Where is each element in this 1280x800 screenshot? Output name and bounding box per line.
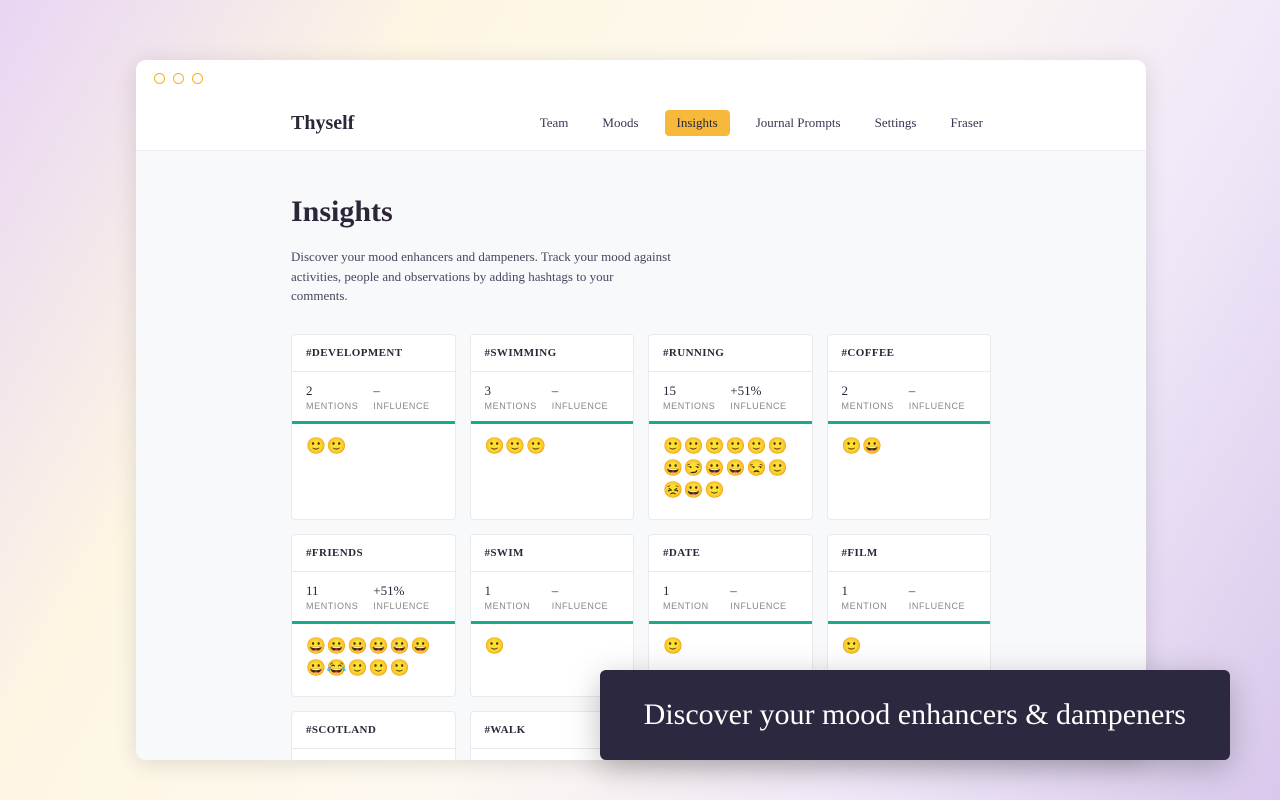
mentions-label: MENTIONS — [842, 401, 909, 411]
card-tag: #DEVELOPMENT — [306, 347, 441, 359]
page-subtitle: Discover your mood enhancers and dampene… — [291, 247, 671, 306]
influence-label: INFLUENCE — [552, 401, 619, 411]
insight-card[interactable]: #RUNNING 15 MENTIONS +51% INFLUENCE 🙂🙂🙂🙂… — [648, 334, 813, 520]
mentions-value: 2 — [306, 383, 373, 399]
card-emojis: 🙂 — [828, 624, 991, 674]
card-tag: #SWIMMING — [485, 347, 620, 359]
main-content: Insights Discover your mood enhancers an… — [291, 151, 991, 760]
influence-label: INFLUENCE — [909, 401, 976, 411]
insight-card[interactable]: #SCOTLAND 1 MENTION – INFLUENCE 🙂 — [291, 711, 456, 760]
mentions-value: 11 — [306, 583, 373, 599]
mentions-value: 2 — [842, 383, 909, 399]
influence-label: INFLUENCE — [373, 401, 440, 411]
insight-card[interactable]: #COFFEE 2 MENTIONS – INFLUENCE 🙂😀 — [827, 334, 992, 520]
app-viewport: Thyself Team Moods Insights Journal Prompts… — [136, 96, 1146, 760]
card-emojis: 🙂 — [471, 624, 634, 674]
influence-label: INFLUENCE — [552, 601, 619, 611]
main-nav: Team Moods Insights Journal Prompts Settings… — [532, 110, 991, 136]
card-tag: #DATE — [663, 547, 798, 559]
mentions-value: 3 — [485, 383, 552, 399]
card-stats: 3 MENTIONS – INFLUENCE — [471, 372, 634, 424]
card-emojis: 😀😀😀😀😀😀😀😂🙂🙂🙂 — [292, 624, 455, 697]
brand-logo[interactable]: Thyself — [291, 112, 354, 135]
card-emojis: 🙂🙂🙂 — [471, 424, 634, 474]
card-header: #DATE — [649, 535, 812, 572]
mentions-value: 15 — [663, 383, 730, 399]
influence-value: – — [552, 383, 619, 399]
mentions-label: MENTION — [842, 601, 909, 611]
mentions-label: MENTIONS — [306, 401, 373, 411]
card-emojis: 🙂🙂🙂🙂🙂🙂😀😏😀😀😒🙂😣😀🙂 — [649, 424, 812, 519]
card-stats: 1 MENTION – INFLUENCE — [649, 572, 812, 624]
window-minimize-dot[interactable] — [173, 73, 184, 84]
card-tag: #COFFEE — [842, 347, 977, 359]
card-emojis: 🙂🙂 — [292, 424, 455, 474]
influence-value: – — [373, 383, 440, 399]
card-stats: 1 MENTION – INFLUENCE — [471, 572, 634, 624]
nav-item-journal-prompts[interactable]: Journal Prompts — [748, 110, 849, 136]
card-header: #SWIMMING — [471, 335, 634, 372]
page-title: Insights — [291, 195, 991, 229]
nav-item-fraser[interactable]: Fraser — [943, 110, 992, 136]
nav-item-settings[interactable]: Settings — [867, 110, 925, 136]
insight-card[interactable]: #DEVELOPMENT 2 MENTIONS – INFLUENCE 🙂🙂 — [291, 334, 456, 520]
nav-item-team[interactable]: Team — [532, 110, 577, 136]
card-tag: #FRIENDS — [306, 547, 441, 559]
app-header: Thyself Team Moods Insights Journal Prompts… — [136, 96, 1146, 151]
card-stats: 1 MENTION – INFLUENCE — [292, 749, 455, 760]
card-tag: #SWIM — [485, 547, 620, 559]
mentions-label: MENTIONS — [663, 401, 730, 411]
card-header: #COFFEE — [828, 335, 991, 372]
influence-value: +51% — [373, 583, 440, 599]
influence-value: – — [909, 583, 976, 599]
card-stats: 2 MENTIONS – INFLUENCE — [828, 372, 991, 424]
card-emojis: 🙂😀 — [828, 424, 991, 474]
card-stats: 15 MENTIONS +51% INFLUENCE — [649, 372, 812, 424]
window-maximize-dot[interactable] — [192, 73, 203, 84]
marketing-overlay: Discover your mood enhancers & dampeners — [600, 670, 1230, 760]
nav-item-moods[interactable]: Moods — [594, 110, 646, 136]
window-titlebar — [136, 60, 1146, 96]
influence-label: INFLUENCE — [730, 401, 797, 411]
mentions-label: MENTIONS — [306, 601, 373, 611]
mentions-label: MENTION — [485, 601, 552, 611]
card-tag: #WALK — [485, 724, 620, 736]
card-tag: #RUNNING — [663, 347, 798, 359]
mentions-label: MENTIONS — [485, 401, 552, 411]
card-header: #RUNNING — [649, 335, 812, 372]
card-stats: 11 MENTIONS +51% INFLUENCE — [292, 572, 455, 624]
influence-value: – — [730, 583, 797, 599]
card-header: #FILM — [828, 535, 991, 572]
card-header: #SCOTLAND — [292, 712, 455, 749]
influence-value: +51% — [730, 383, 797, 399]
mentions-value: 1 — [485, 583, 552, 599]
card-header: #DEVELOPMENT — [292, 335, 455, 372]
card-tag: #SCOTLAND — [306, 724, 441, 736]
card-stats: 1 MENTION – INFLUENCE — [828, 572, 991, 624]
card-header: #FRIENDS — [292, 535, 455, 572]
card-tag: #FILM — [842, 547, 977, 559]
influence-label: INFLUENCE — [373, 601, 440, 611]
card-stats: 2 MENTIONS – INFLUENCE — [292, 372, 455, 424]
mentions-label: MENTION — [663, 601, 730, 611]
nav-item-insights[interactable]: Insights — [665, 110, 730, 136]
insight-card[interactable]: #SWIMMING 3 MENTIONS – INFLUENCE 🙂🙂🙂 — [470, 334, 635, 520]
browser-window: Thyself Team Moods Insights Journal Prompts… — [136, 60, 1146, 760]
insight-card[interactable]: #FRIENDS 11 MENTIONS +51% INFLUENCE 😀😀😀😀… — [291, 534, 456, 698]
influence-label: INFLUENCE — [909, 601, 976, 611]
window-close-dot[interactable] — [154, 73, 165, 84]
mentions-value: 1 — [842, 583, 909, 599]
card-header: #SWIM — [471, 535, 634, 572]
influence-label: INFLUENCE — [730, 601, 797, 611]
influence-value: – — [552, 583, 619, 599]
mentions-value: 1 — [663, 583, 730, 599]
influence-value: – — [909, 383, 976, 399]
card-emojis: 🙂 — [649, 624, 812, 674]
